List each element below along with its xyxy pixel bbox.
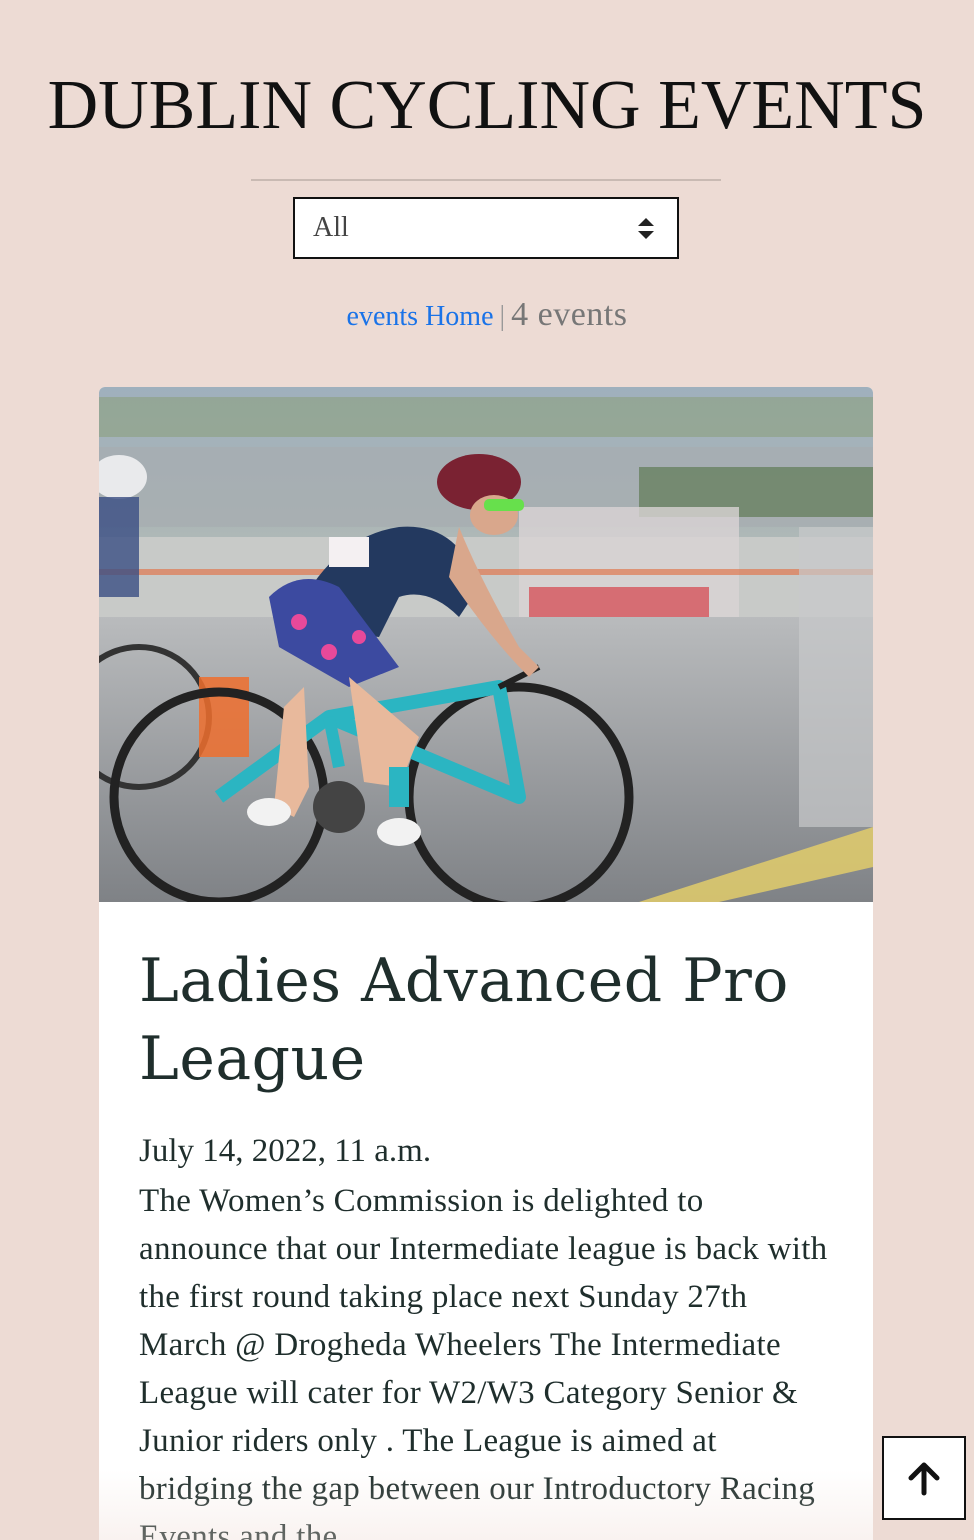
event-description: The Women’s Commission is delighted to a… [139,1183,828,1540]
event-title[interactable]: Ladies Advanced Pro League [139,942,839,1098]
events-summary: events Home | 4 events [0,296,974,334]
events-home-link[interactable]: events Home [347,301,494,332]
back-to-top-button[interactable] [882,1436,966,1520]
category-filter-select[interactable]: All [293,197,679,259]
events-count: 4 events [511,296,628,333]
sort-arrows-icon [638,218,654,239]
arrow-up-icon [908,1462,940,1496]
event-card[interactable]: Ladies Advanced Pro League July 14, 2022… [99,387,873,1540]
filter-selected-value: All [313,212,349,243]
event-date: July 14, 2022, 11 a.m. [139,1133,432,1169]
separator: | [499,301,506,332]
site-title: DUBLIN CYCLING EVENTS [47,67,927,144]
cyclist-photo[interactable] [99,387,873,902]
title-divider [251,179,721,181]
